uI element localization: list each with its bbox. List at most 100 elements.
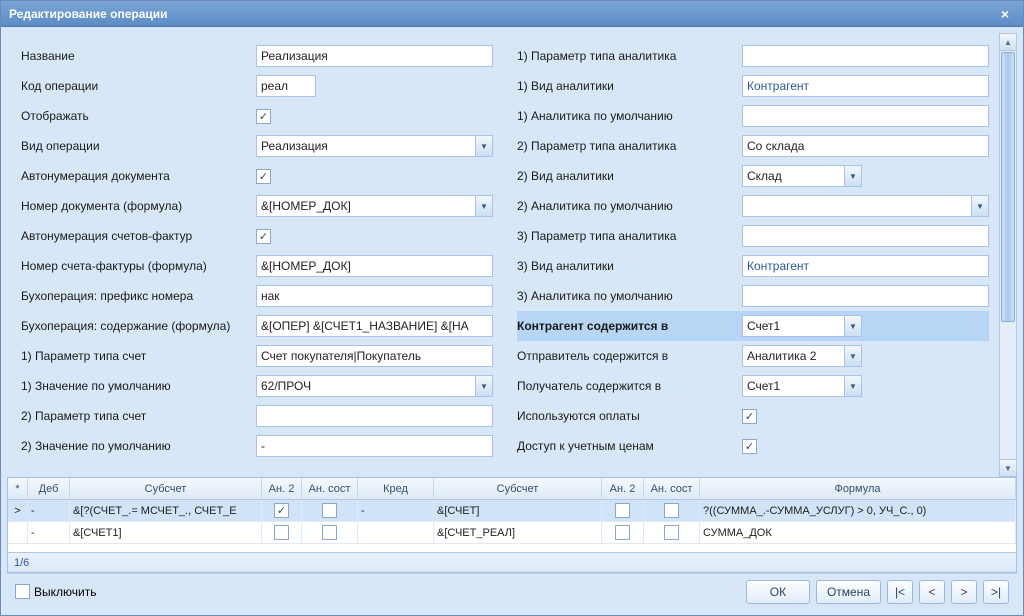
col-mark[interactable]: * bbox=[8, 478, 28, 499]
chevron-down-icon[interactable]: ▼ bbox=[844, 165, 862, 187]
checkbox-disable[interactable] bbox=[15, 584, 30, 599]
ok-button[interactable]: ОК bbox=[746, 580, 810, 604]
label-r1: 1) Вид аналитики bbox=[517, 79, 742, 93]
checkbox-r12[interactable]: ✓ bbox=[742, 409, 757, 424]
grid-checkbox[interactable] bbox=[664, 525, 679, 540]
checkbox-autonum-doc[interactable]: ✓ bbox=[256, 169, 271, 184]
label-r13: Доступ к учетным ценам bbox=[517, 439, 742, 453]
label-r3: 2) Параметр типа аналитика bbox=[517, 139, 742, 153]
grid-checkbox[interactable]: ✓ bbox=[274, 503, 289, 518]
cancel-button[interactable]: Отмена bbox=[816, 580, 881, 604]
dialog: Редактирование операции × Название Код о… bbox=[0, 0, 1024, 616]
combo-r9[interactable]: ▼ bbox=[742, 315, 862, 337]
combo-r11[interactable]: ▼ bbox=[742, 375, 862, 397]
col-deb[interactable]: Деб bbox=[28, 478, 70, 499]
chevron-down-icon[interactable]: ▼ bbox=[475, 135, 493, 157]
col-an2[interactable]: Ан. 2 bbox=[262, 478, 302, 499]
last-button[interactable]: >| bbox=[983, 580, 1009, 604]
label-invoicenum-formula: Номер счета-фактуры (формула) bbox=[21, 259, 256, 273]
input-r6[interactable] bbox=[742, 225, 989, 247]
chevron-down-icon[interactable]: ▼ bbox=[475, 195, 493, 217]
grid-checkbox[interactable] bbox=[615, 503, 630, 518]
grid-header: * Деб Субсчет Ан. 2 Ан. сост Кред Субсче… bbox=[8, 478, 1016, 500]
input-r3[interactable] bbox=[742, 135, 989, 157]
combo-op-type[interactable]: ▼ bbox=[256, 135, 493, 157]
label-prefix: Бухоперация: префикс номера bbox=[21, 289, 256, 303]
form-scrollbar[interactable]: ▲ ▼ bbox=[999, 33, 1017, 477]
form-left-column: Название Код операции Отображать✓ Вид оп… bbox=[7, 33, 503, 477]
checkbox-display[interactable]: ✓ bbox=[256, 109, 271, 124]
grid-footer: 1/6 bbox=[8, 552, 1016, 572]
input-name[interactable] bbox=[256, 45, 493, 67]
checkbox-r13[interactable]: ✓ bbox=[742, 439, 757, 454]
input-invoicenum[interactable] bbox=[256, 255, 493, 277]
label-display: Отображать bbox=[21, 109, 256, 123]
grid-body: > - &[?(СЧЕТ_.= МСЧЕТ_., СЧЕТ_Е ✓ - &[СЧ… bbox=[8, 500, 1016, 552]
label-r4: 2) Вид аналитики bbox=[517, 169, 742, 183]
label-param1-account: 1) Параметр типа счет bbox=[21, 349, 256, 363]
close-icon[interactable]: × bbox=[995, 5, 1015, 23]
grid-checkbox[interactable] bbox=[664, 503, 679, 518]
col-ansost[interactable]: Ан. сост bbox=[302, 478, 358, 499]
grid-row[interactable]: > - &[?(СЧЕТ_.= МСЧЕТ_., СЧЕТ_Е ✓ - &[СЧ… bbox=[8, 500, 1016, 522]
input-r7[interactable] bbox=[742, 255, 989, 277]
scroll-down-icon[interactable]: ▼ bbox=[1000, 459, 1016, 476]
scroll-thumb[interactable] bbox=[1001, 52, 1015, 322]
prev-button[interactable]: < bbox=[919, 580, 945, 604]
chevron-down-icon[interactable]: ▼ bbox=[844, 375, 862, 397]
disable-label: Выключить bbox=[34, 585, 96, 599]
grid-checkbox[interactable] bbox=[615, 525, 630, 540]
label-r2: 1) Аналитика по умолчанию bbox=[517, 109, 742, 123]
label-name: Название bbox=[21, 49, 256, 63]
label-param2-account: 2) Параметр типа счет bbox=[21, 409, 256, 423]
chevron-down-icon[interactable]: ▼ bbox=[475, 375, 493, 397]
col-an2b[interactable]: Ан. 2 bbox=[602, 478, 644, 499]
checkbox-autonum-invoice[interactable]: ✓ bbox=[256, 229, 271, 244]
label-r5: 2) Аналитика по умолчанию bbox=[517, 199, 742, 213]
grid-checkbox[interactable] bbox=[322, 525, 337, 540]
input-content-formula[interactable] bbox=[256, 315, 493, 337]
input-r8[interactable] bbox=[742, 285, 989, 307]
label-r12: Используются оплаты bbox=[517, 409, 742, 423]
input-r0[interactable] bbox=[742, 45, 989, 67]
col-kred[interactable]: Кред bbox=[358, 478, 434, 499]
input-r2[interactable] bbox=[742, 105, 989, 127]
input-param1-account[interactable] bbox=[256, 345, 493, 367]
first-button[interactable]: |< bbox=[887, 580, 913, 604]
next-button[interactable]: > bbox=[951, 580, 977, 604]
grid-row[interactable]: - &[СЧЕТ1] &[СЧЕТ_РЕАЛ] СУММА_ДОК bbox=[8, 522, 1016, 544]
disable-toggle[interactable]: Выключить bbox=[15, 584, 96, 599]
label-r11: Получатель содержится в bbox=[517, 379, 742, 393]
combo-r5[interactable]: ▼ bbox=[742, 195, 989, 217]
scroll-up-icon[interactable]: ▲ bbox=[1000, 34, 1016, 51]
grid-checkbox[interactable] bbox=[322, 503, 337, 518]
input-r1[interactable] bbox=[742, 75, 989, 97]
combo-r4[interactable]: ▼ bbox=[742, 165, 862, 187]
col-ansostb[interactable]: Ан. сост bbox=[644, 478, 700, 499]
input-prefix[interactable] bbox=[256, 285, 493, 307]
grid-checkbox[interactable] bbox=[274, 525, 289, 540]
col-form[interactable]: Формула bbox=[700, 478, 1016, 499]
col-sub[interactable]: Субсчет bbox=[70, 478, 262, 499]
label-r9: Контрагент содержится в bbox=[517, 319, 742, 333]
combo-default1[interactable]: ▼ bbox=[256, 375, 493, 397]
input-param2-account[interactable] bbox=[256, 405, 493, 427]
titlebar: Редактирование операции × bbox=[1, 1, 1023, 27]
label-default1: 1) Значение по умолчанию bbox=[21, 379, 256, 393]
input-default2[interactable] bbox=[256, 435, 493, 457]
chevron-down-icon[interactable]: ▼ bbox=[844, 345, 862, 367]
combo-docnum[interactable]: ▼ bbox=[256, 195, 493, 217]
label-op-type: Вид операции bbox=[21, 139, 256, 153]
chevron-down-icon[interactable]: ▼ bbox=[844, 315, 862, 337]
details-grid: * Деб Субсчет Ан. 2 Ан. сост Кред Субсче… bbox=[7, 477, 1017, 573]
combo-r10[interactable]: ▼ bbox=[742, 345, 862, 367]
input-code[interactable] bbox=[256, 75, 316, 97]
label-docnum-formula: Номер документа (формула) bbox=[21, 199, 256, 213]
label-autonum-doc: Автонумерация документа bbox=[21, 169, 256, 183]
label-r8: 3) Аналитика по умолчанию bbox=[517, 289, 742, 303]
label-default2: 2) Значение по умолчанию bbox=[21, 439, 256, 453]
col-sub2[interactable]: Субсчет bbox=[434, 478, 602, 499]
label-r7: 3) Вид аналитики bbox=[517, 259, 742, 273]
chevron-down-icon[interactable]: ▼ bbox=[971, 195, 989, 217]
label-r0: 1) Параметр типа аналитика bbox=[517, 49, 742, 63]
